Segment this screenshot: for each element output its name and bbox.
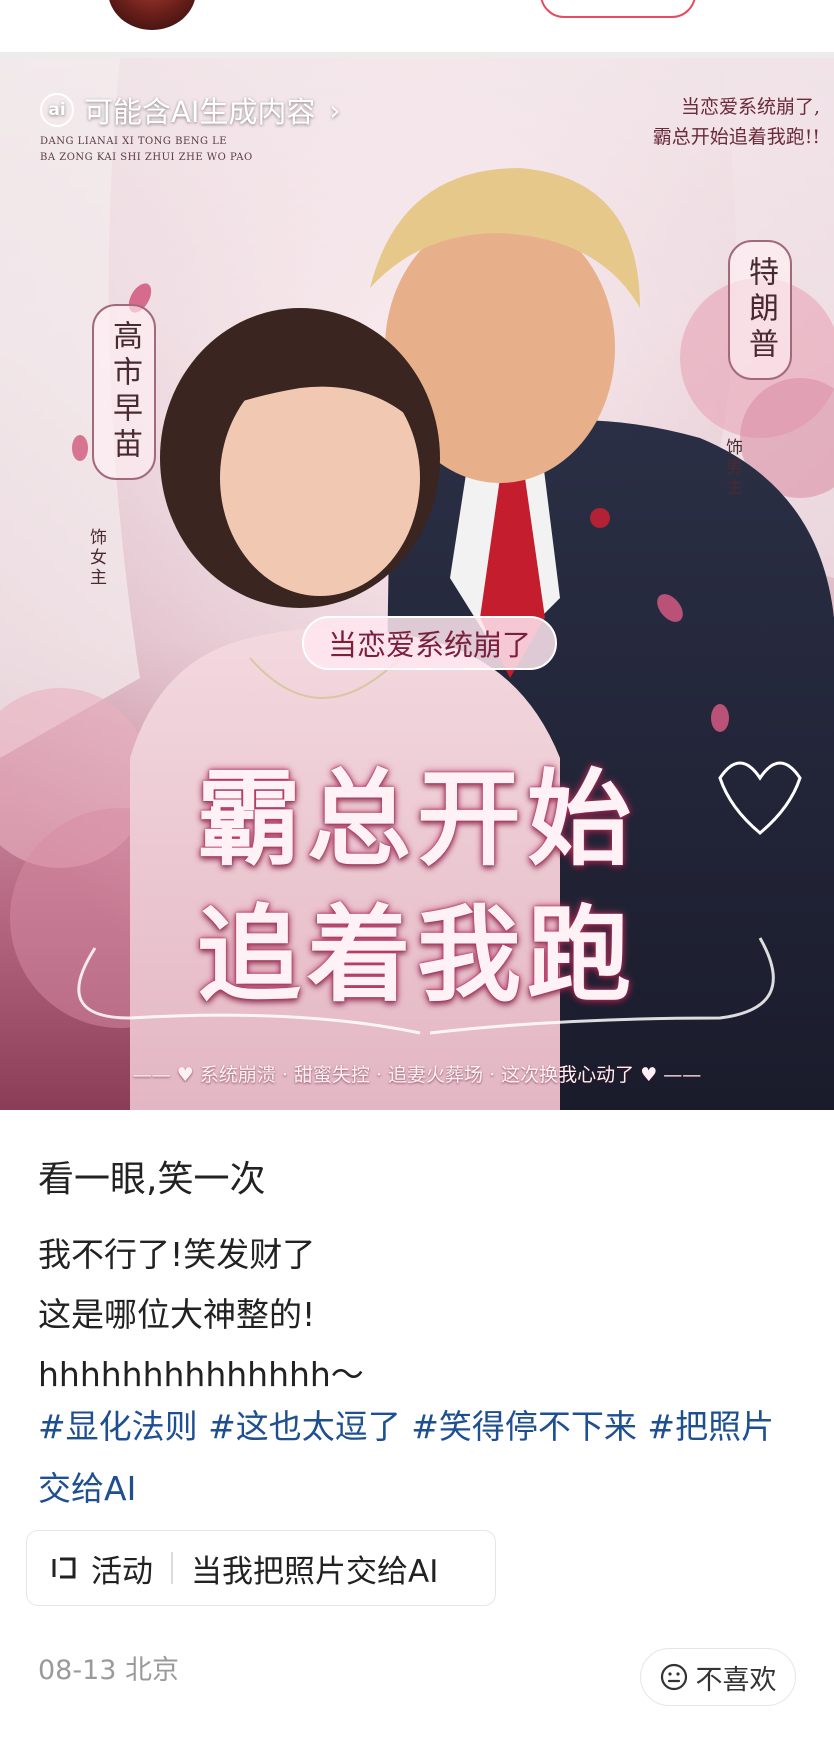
hashtag-list: #显化法则 #这也太逗了 #笑得停不下来 #把照片交给AI bbox=[38, 1396, 798, 1520]
poster-title-line-1: 霸总开始 bbox=[196, 757, 637, 880]
follow-button[interactable] bbox=[540, 0, 696, 18]
activity-icon bbox=[52, 1557, 76, 1579]
hero-role-label: 饰男主 bbox=[722, 438, 742, 498]
more-icon[interactable] bbox=[732, 0, 762, 4]
activity-label: 活动 bbox=[91, 1553, 153, 1590]
post-body-line-2: 这是哪位大神整的! bbox=[38, 1295, 316, 1334]
pinyin-line-1: DANG LIANAI XI TONG BENG LE bbox=[40, 136, 228, 147]
post-body-line-3: hhhhhhhhhhhhhh～ bbox=[38, 1355, 364, 1394]
heroine-name-label: 高市早苗 bbox=[92, 304, 156, 480]
hashtag-link[interactable]: #这也太逗了 bbox=[208, 1407, 411, 1446]
post-meta: 08-13 北京 bbox=[38, 1648, 179, 1687]
poster-title-line-2: 追着我跑 bbox=[196, 893, 637, 1016]
corner-caption-line-1: 当恋爱系统崩了, bbox=[680, 96, 820, 118]
pinyin-line-2: BA ZONG KAI SHI ZHUI ZHE WO PAO bbox=[40, 152, 253, 163]
ai-icon: ai bbox=[40, 93, 74, 127]
poster-corner-caption: 当恋爱系统崩了, 霸总开始追着我跑!! bbox=[600, 92, 820, 152]
author-avatar[interactable] bbox=[108, 0, 196, 30]
poster-tagline: —— ♥ 系统崩溃 · 甜蜜失控 · 追妻火葬场 · 这次换我心动了 ♥ —— bbox=[132, 1064, 702, 1086]
hashtag-link[interactable]: #显化法则 bbox=[38, 1407, 208, 1446]
poster-subtitle: 当恋爱系统崩了 bbox=[302, 616, 558, 670]
activity-topic-chip[interactable]: 活动 当我把照片交给AI bbox=[26, 1530, 496, 1606]
corner-caption-line-2: 霸总开始追着我跑!! bbox=[652, 126, 820, 148]
top-header bbox=[0, 0, 834, 52]
chevron-right-icon: › bbox=[329, 93, 341, 127]
chip-divider bbox=[171, 1552, 173, 1584]
post-date: 08-13 bbox=[38, 1655, 126, 1686]
poster-pinyin: DANG LIANAI XI TONG BENG LE BA ZONG KAI … bbox=[40, 134, 253, 166]
activity-topic: 当我把照片交给AI bbox=[191, 1553, 439, 1590]
dislike-button[interactable]: 不喜欢 bbox=[640, 1648, 796, 1706]
ai-content-notice[interactable]: ai 可能含AI生成内容 › bbox=[40, 88, 341, 132]
hashtag-link[interactable]: #笑得停不下来 bbox=[411, 1407, 647, 1446]
heroine-role-label: 饰女主 bbox=[86, 528, 106, 588]
post-image[interactable]: ai 可能含AI生成内容 › DANG LIANAI XI TONG BENG … bbox=[0, 58, 834, 1110]
neutral-face-icon bbox=[660, 1663, 687, 1691]
post-location: 北京 bbox=[125, 1655, 180, 1686]
ai-notice-label: 可能含AI生成内容 bbox=[84, 95, 316, 129]
hero-name-label: 特朗普 bbox=[728, 240, 792, 380]
post-title: 看一眼,笑一次 bbox=[38, 1159, 266, 1200]
post-body-line-1: 我不行了!笑发财了 bbox=[38, 1235, 316, 1274]
dislike-label: 不喜欢 bbox=[695, 1664, 777, 1696]
